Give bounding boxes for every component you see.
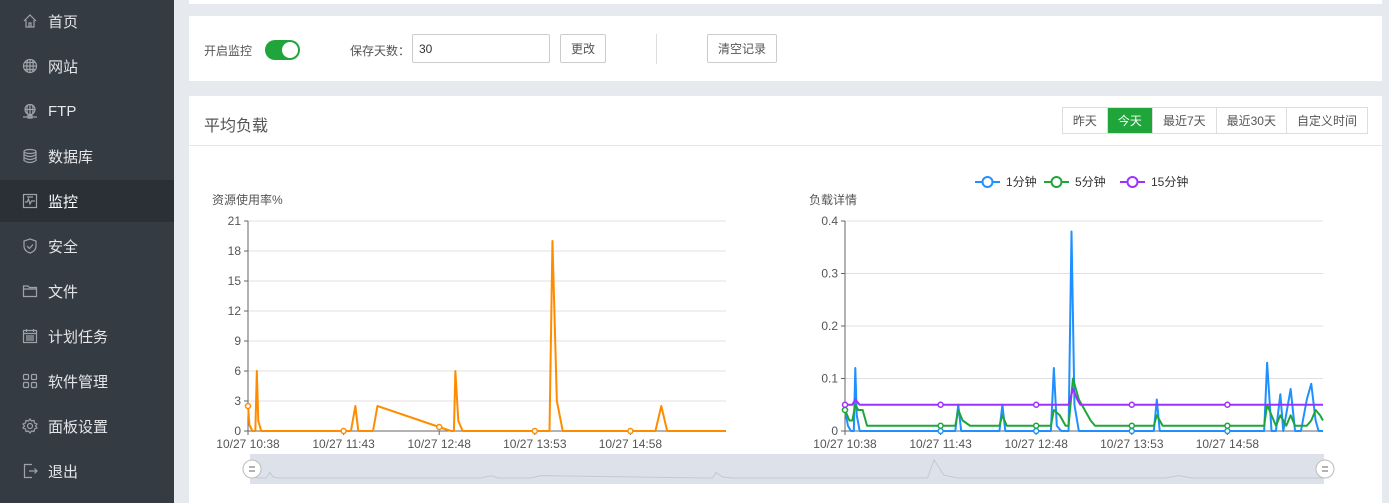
legend-marker [981,176,994,188]
data-point [627,427,634,435]
x-tick-label: 10/27 12:48 [1004,437,1068,451]
y-tick-label: 0 [831,424,838,438]
y-tick-label: 15 [228,274,242,288]
data-point [244,402,252,410]
legend-marker [1126,176,1139,188]
series-line-5分钟 [844,377,1324,427]
y-tick-label: 0.1 [821,372,838,386]
y-tick-label: 0 [234,424,241,438]
legend-item[interactable]: 1分钟 [975,174,1037,189]
y-tick-label: 0.4 [821,214,838,228]
data-point [937,401,944,408]
handle-circle [242,459,262,479]
data-point [937,422,944,429]
legend-label: 15分钟 [1151,174,1188,189]
legend-marker [1050,176,1063,188]
data-point [841,401,849,408]
data-point [1032,401,1040,408]
x-tick-label: 10/27 11:43 [312,437,375,451]
legend-label: 5分钟 [1075,174,1106,189]
data-point [531,427,539,435]
x-tick-label: 10/27 13:53 [503,437,567,451]
chart-负载详情: 负载详情 0 0.1 0.2 0.3 0.4 10/27 10:38 10/27 11:43 1… [809,192,1324,451]
data-point [435,423,443,431]
x-tick-label: 10/27 10:38 [813,437,877,451]
data-zoom-handle-left[interactable] [242,459,262,479]
data-point [1224,427,1231,435]
handle-circle [1315,459,1335,479]
data-zoom-handle-right[interactable] [1315,459,1335,479]
data-zoom-slider [242,454,1335,484]
charts-svg: 资源使用率% 0 3 6 9 12 15 18 21 10/27 10:38 10/27 11:43… [212,174,1335,484]
legend-label: 1分钟 [1006,174,1037,189]
chart-title: 资源使用率% [212,192,283,207]
y-tick-label: 6 [234,364,241,378]
data-point [937,427,944,435]
y-tick-label: 9 [234,334,241,348]
y-tick-label: 3 [234,394,241,408]
series-line-资源使用率 [247,240,726,432]
y-tick-label: 0.3 [821,267,838,281]
legend-item[interactable]: 5分钟 [1044,174,1106,189]
legend-item[interactable]: 15分钟 [1120,174,1188,189]
x-tick-label: 10/27 13:53 [1100,437,1164,451]
series-line-15分钟 [845,388,1323,406]
y-tick-label: 21 [228,214,242,228]
x-tick-label: 10/27 12:48 [407,437,471,451]
chart-legend: 1分钟 5分钟 15分钟 [975,174,1188,189]
chart-title: 负载详情 [809,192,857,207]
data-point [1224,422,1231,429]
chart-资源使用率%: 资源使用率% 0 3 6 9 12 15 18 21 10/27 10:38 10/27 11:43… [212,192,726,451]
y-tick-label: 18 [228,244,242,258]
data-point [1032,427,1040,435]
data-point [1224,401,1231,408]
x-tick-label: 10/27 14:58 [599,437,663,451]
data-point [1128,427,1136,435]
data-point [841,406,849,414]
data-point [1032,422,1040,429]
y-tick-label: 12 [228,304,242,318]
data-point [1128,422,1136,429]
data-zoom-track [250,454,1324,484]
x-tick-label: 10/27 10:38 [216,437,280,451]
data-point [340,427,347,435]
y-tick-label: 0.2 [821,319,838,333]
x-tick-label: 10/27 11:43 [909,437,972,451]
data-point [1128,401,1136,408]
series-line-1分钟 [844,230,1323,432]
x-tick-label: 10/27 14:58 [1196,437,1260,451]
